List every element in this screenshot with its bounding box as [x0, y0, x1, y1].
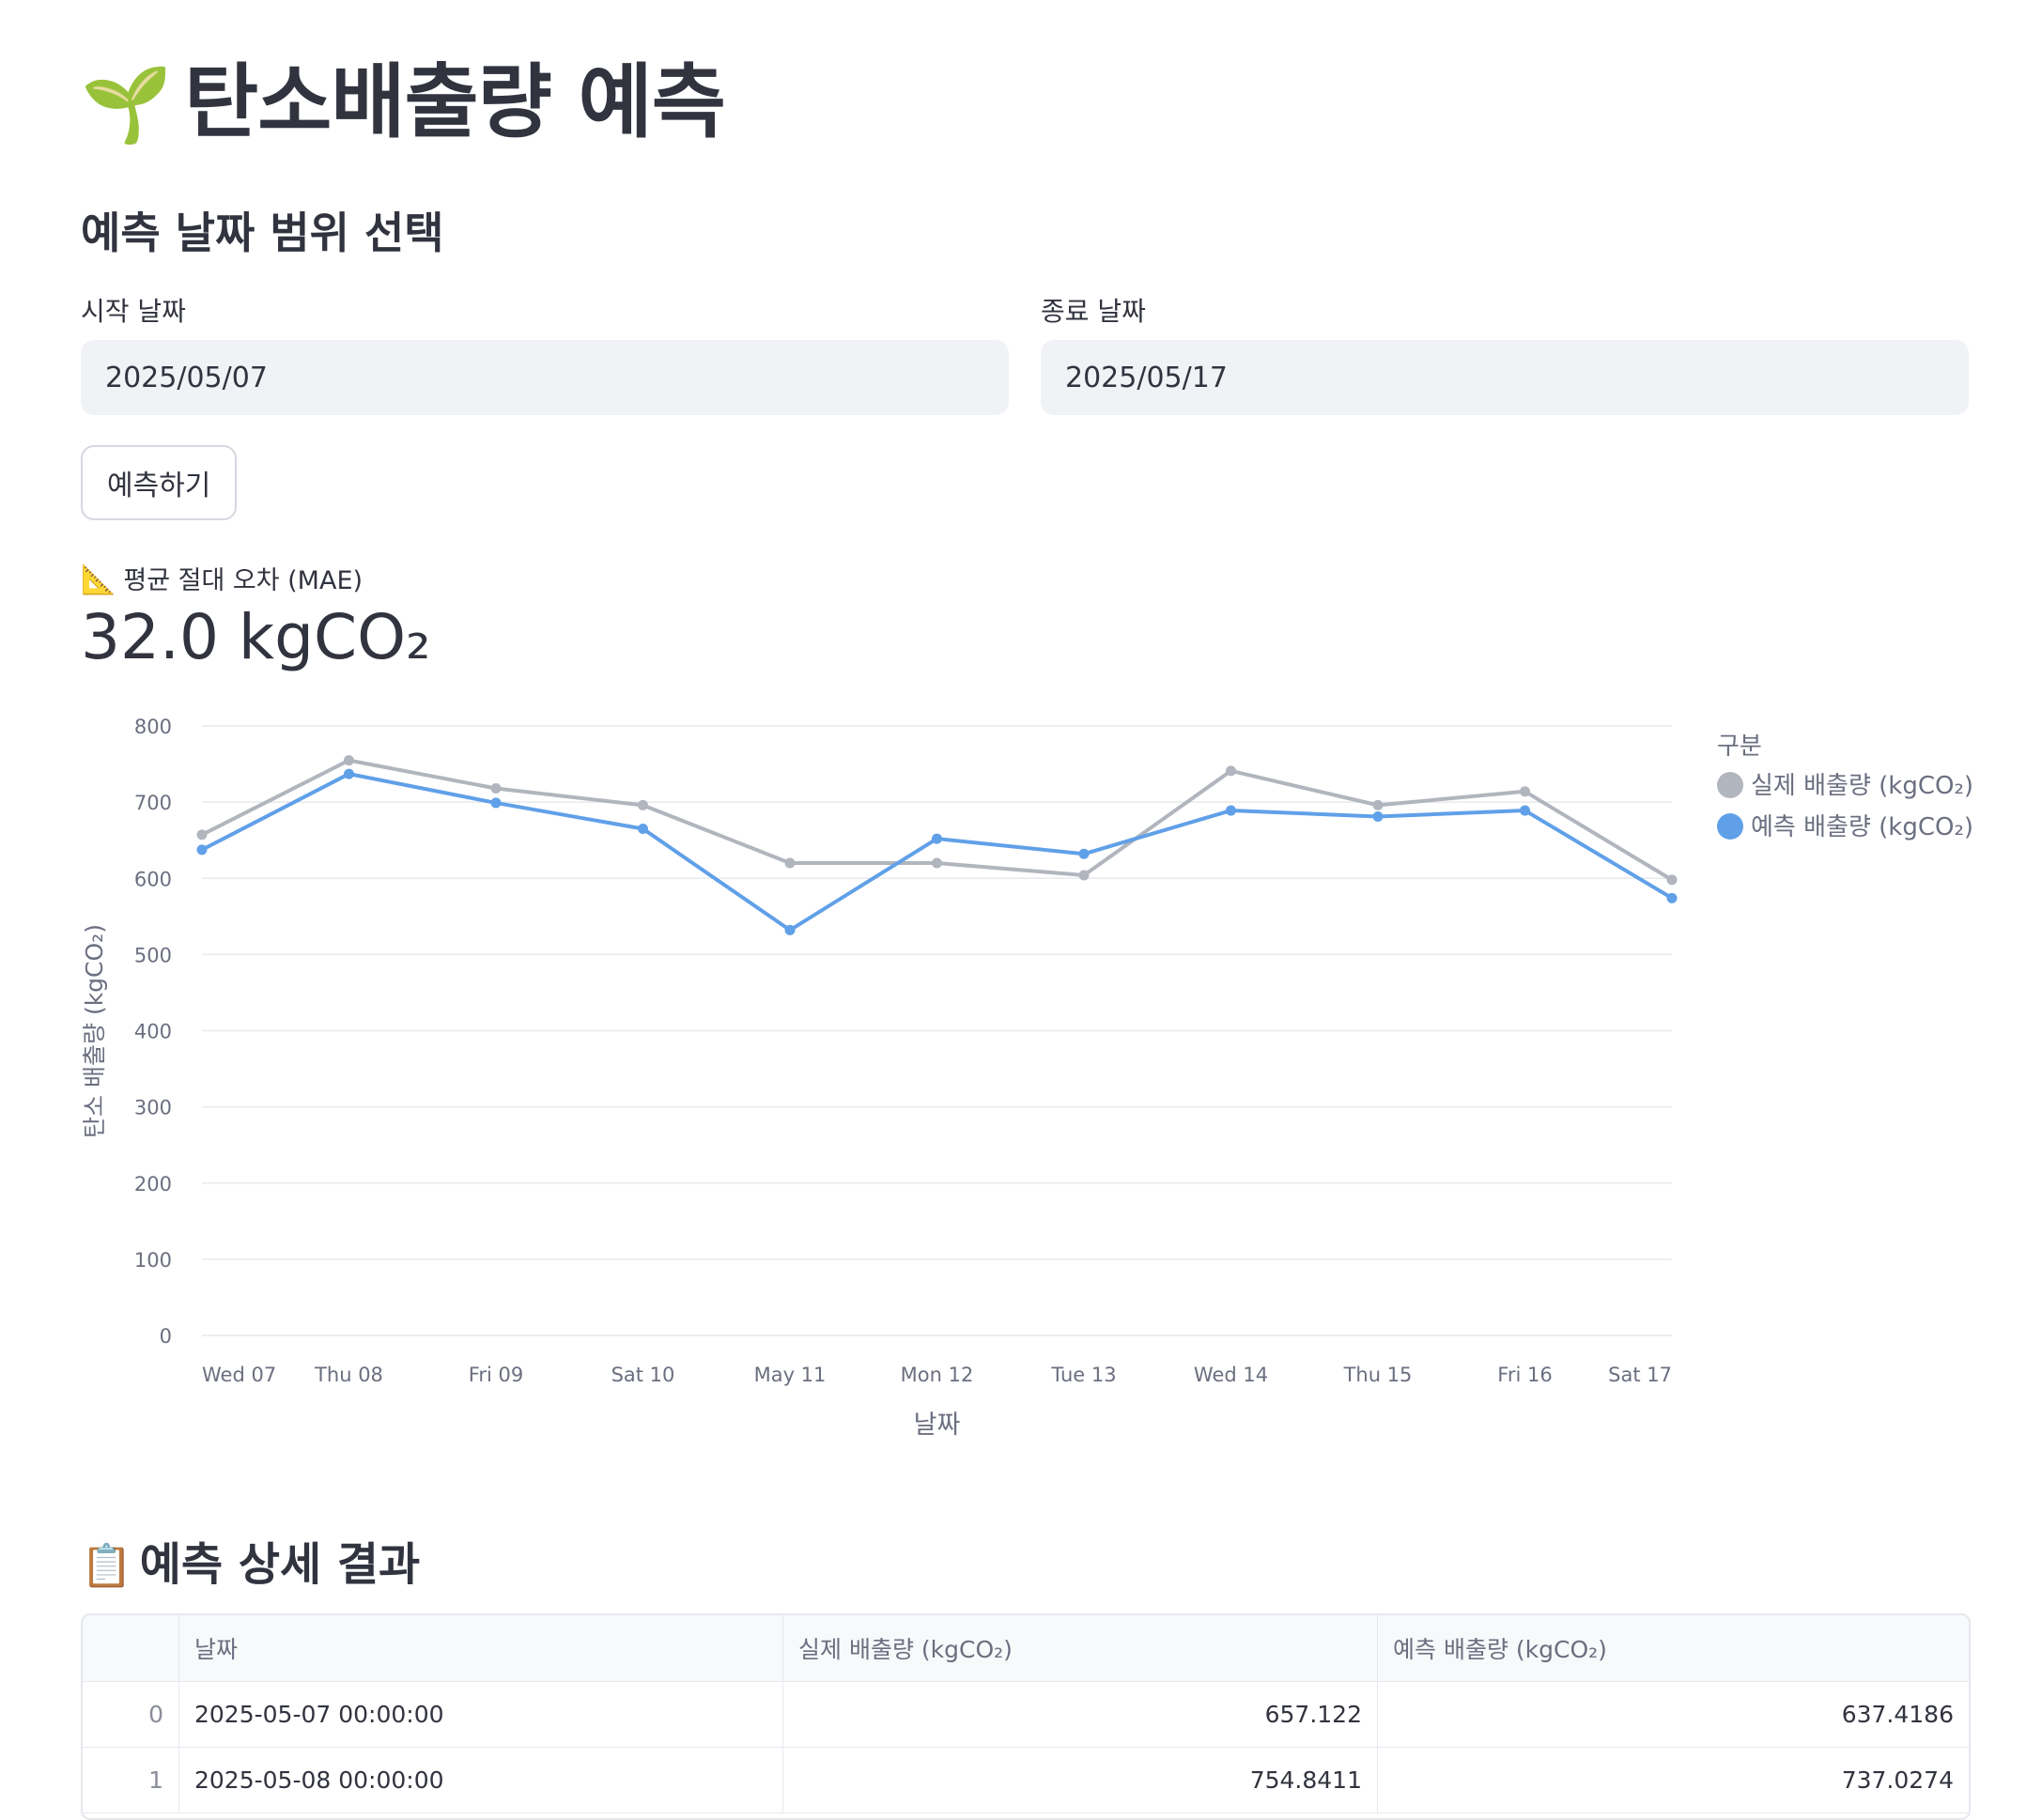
x-tick-label: Sat 10 [611, 1364, 675, 1386]
clipboard-icon: 📋 [81, 1542, 132, 1590]
actual-cell[interactable]: 657.122 [782, 1681, 1378, 1748]
y-tick-label: 600 [134, 868, 172, 890]
mae-metric-label: 📐 평균 절대 오차 (MAE) [81, 560, 363, 596]
y-tick-label: 700 [134, 792, 172, 814]
x-axis-label: 날짜 [914, 1411, 961, 1440]
detail-section-title: 📋 예측 상세 결과 [81, 1527, 420, 1593]
start-date-label: 시작 날짜 [81, 296, 186, 327]
predicted-cell[interactable]: 737.0274 [1377, 1747, 1969, 1813]
date-range-heading: 예측 날짜 범위 선택 [81, 208, 444, 258]
data-point[interactable] [196, 844, 208, 856]
legend-label[interactable]: 실제 배출량 (kgCO₂) [1751, 772, 1973, 800]
y-tick-label: 800 [134, 716, 172, 738]
predicted-cell[interactable]: 637.4186 [1377, 1681, 1969, 1748]
column-header-index[interactable] [83, 1615, 179, 1682]
x-axis-ticks: Wed 07 Thu 08 Fri 09 Sat 10 May 11 Mon 12 Tue … [202, 1364, 1672, 1386]
x-tick-label: May 11 [754, 1364, 827, 1386]
data-point[interactable] [784, 924, 796, 935]
data-point[interactable] [1520, 786, 1530, 797]
x-tick-label: Wed 07 [202, 1364, 276, 1386]
data-point[interactable] [344, 768, 354, 779]
data-point[interactable] [638, 799, 648, 810]
emission-line-chart[interactable]: 0 100 200 300 400 500 600 700 800 Wed 07 Thu 08 Fr… [0, 695, 2042, 1446]
data-point[interactable] [196, 829, 208, 841]
chart-series [196, 755, 1678, 935]
table-row[interactable]: 0 2025-05-07 00:00:00 657.122 637.4186 [83, 1681, 1969, 1748]
end-date-label: 종료 날짜 [1041, 296, 1146, 327]
table-header-row: 날짜 실제 배출량 (kgCO₂) 예측 배출량 (kgCO₂) [83, 1615, 1969, 1682]
legend-label[interactable]: 예측 배출량 (kgCO₂) [1751, 813, 1973, 841]
data-point[interactable] [932, 833, 942, 844]
y-tick-label: 300 [134, 1097, 172, 1119]
data-point[interactable] [344, 755, 354, 766]
y-tick-label: 0 [160, 1325, 172, 1348]
page-title-text: 탄소배출량 예측 [184, 55, 726, 149]
chart-legend[interactable]: 구분 실제 배출량 (kgCO₂) 예측 배출량 (kgCO₂) [1717, 733, 1973, 841]
x-tick-label: Mon 12 [901, 1364, 974, 1386]
table-row[interactable]: 1 2025-05-08 00:00:00 754.8411 737.0274 [83, 1747, 1969, 1813]
y-axis-label: 탄소 배출량 (kgCO₂) [81, 924, 108, 1138]
data-point[interactable] [1372, 811, 1384, 823]
chart-gridlines [202, 725, 1672, 1336]
data-point[interactable] [1078, 870, 1090, 881]
actual-cell[interactable]: 754.8411 [782, 1747, 1378, 1813]
x-tick-label: Wed 14 [1194, 1364, 1268, 1386]
data-point[interactable] [490, 797, 502, 809]
column-header-actual[interactable]: 실제 배출량 (kgCO₂) [782, 1615, 1378, 1682]
data-point[interactable] [638, 824, 648, 835]
x-tick-label: Fri 16 [1497, 1364, 1552, 1386]
data-point[interactable] [1372, 799, 1384, 810]
x-tick-label: Thu 08 [314, 1364, 383, 1386]
row-index: 0 [83, 1681, 179, 1748]
start-date-input[interactable] [81, 340, 1009, 415]
data-point[interactable] [490, 783, 502, 794]
date-cell[interactable]: 2025-05-07 00:00:00 [178, 1681, 783, 1748]
data-point[interactable] [1226, 765, 1236, 777]
legend-swatch [1717, 772, 1743, 798]
predict-button[interactable]: 예측하기 [81, 445, 238, 520]
mae-metric-value: 32.0 kgCO₂ [81, 601, 431, 673]
data-point[interactable] [1078, 848, 1090, 859]
y-tick-label: 100 [134, 1249, 172, 1272]
y-tick-label: 500 [134, 944, 172, 966]
legend-swatch [1717, 813, 1743, 840]
page-title: 🌱 탄소배출량 예측 [81, 55, 726, 149]
x-tick-label: Sat 17 [1608, 1364, 1672, 1386]
data-point[interactable] [1666, 892, 1678, 903]
data-point[interactable] [784, 857, 796, 869]
y-tick-label: 200 [134, 1173, 172, 1195]
x-tick-label: Fri 09 [469, 1364, 523, 1386]
y-tick-label: 400 [134, 1021, 172, 1043]
row-index: 1 [83, 1747, 179, 1813]
date-cell[interactable]: 2025-05-08 00:00:00 [178, 1747, 783, 1813]
triangular-ruler-icon: 📐 [81, 563, 116, 596]
column-header-date[interactable]: 날짜 [178, 1615, 783, 1682]
column-header-predicted[interactable]: 예측 배출량 (kgCO₂) [1377, 1615, 1969, 1682]
legend-title: 구분 [1717, 733, 1762, 761]
detail-section-title-text: 예측 상세 결과 [139, 1538, 421, 1591]
mae-label-text: 평균 절대 오차 (MAE) [123, 566, 364, 595]
end-date-input[interactable] [1041, 340, 1969, 415]
x-tick-label: Thu 15 [1343, 1364, 1413, 1386]
data-point[interactable] [932, 857, 942, 869]
data-point[interactable] [1226, 805, 1236, 816]
seedling-icon: 🌱 [81, 63, 172, 147]
data-point[interactable] [1520, 805, 1530, 816]
y-axis-ticks: 0 100 200 300 400 500 600 700 800 [134, 716, 172, 1348]
data-point[interactable] [1666, 874, 1678, 886]
results-table[interactable]: 날짜 실제 배출량 (kgCO₂) 예측 배출량 (kgCO₂) 0 2025-… [81, 1613, 1971, 1820]
x-tick-label: Tue 13 [1050, 1364, 1116, 1386]
